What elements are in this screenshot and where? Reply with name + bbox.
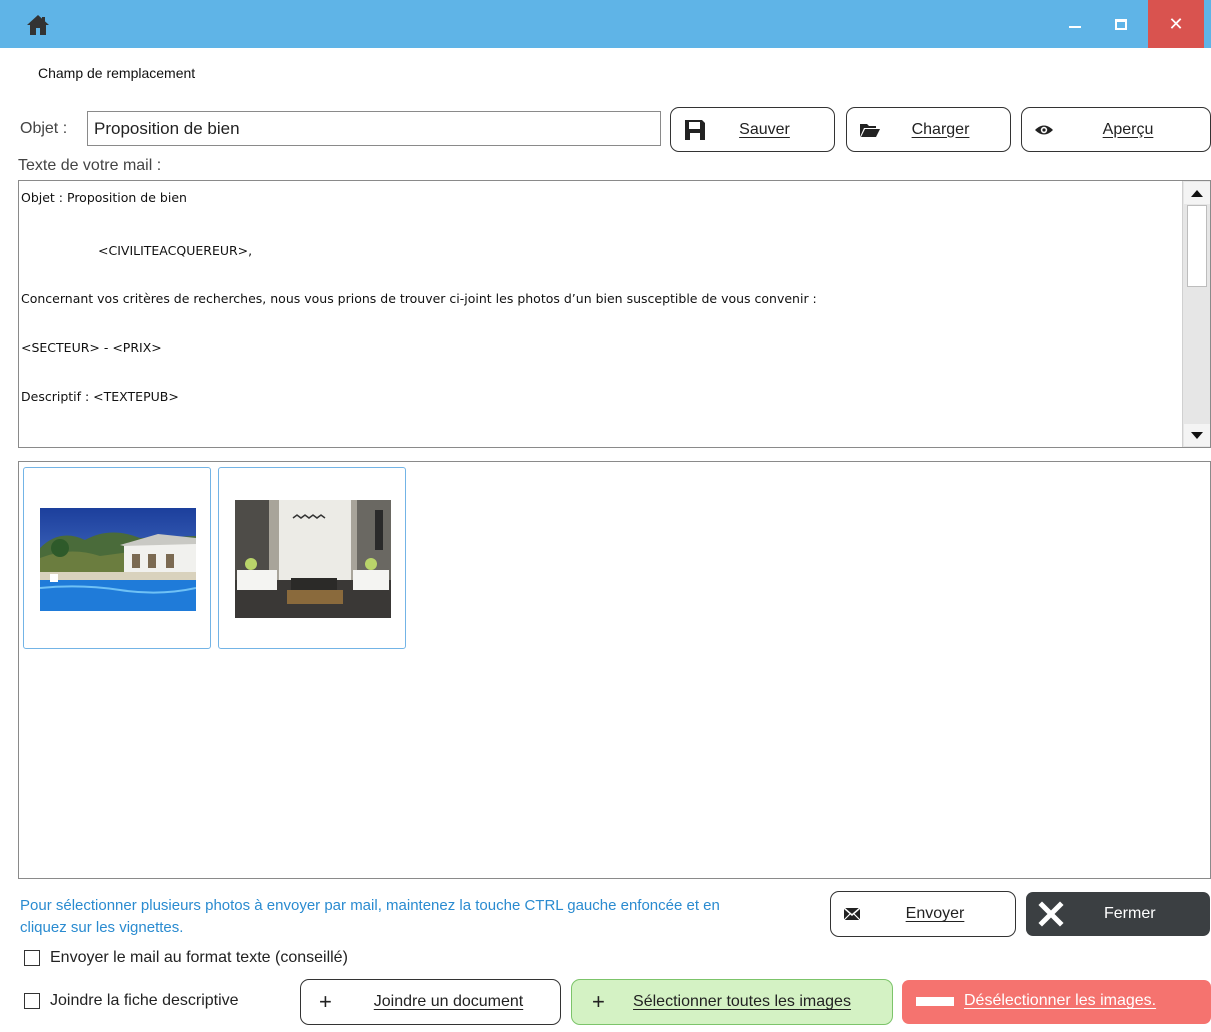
mail-line-sector-price: <SECTEUR> - <PRIX> [21, 340, 162, 355]
join-document-button[interactable]: + Joindre un document [300, 979, 561, 1025]
scroll-thumb[interactable] [1187, 205, 1207, 287]
minimize-icon [1069, 26, 1081, 28]
close-button[interactable]: Fermer [1026, 892, 1210, 936]
join-document-label: Joindre un document [373, 993, 524, 1010]
minimize-button[interactable] [1052, 0, 1098, 48]
attach-sheet-label: Joindre la fiche descriptive [50, 992, 239, 1009]
deselect-images-button[interactable]: Désélectionner les images. [902, 980, 1211, 1024]
mail-line-subject: Objet : Proposition de bien [21, 190, 187, 205]
attach-sheet-checkbox[interactable] [24, 993, 40, 1009]
x-icon [1038, 901, 1064, 932]
mail-body-textarea[interactable]: Objet : Proposition de bien <CIVILITEACQ… [18, 180, 1211, 448]
select-all-images-button[interactable]: + Sélectionner toutes les images [571, 979, 893, 1025]
select-all-images-label: Sélectionner toutes les images [633, 993, 851, 1010]
photos-panel [18, 461, 1211, 879]
menu-replacement-field[interactable]: Champ de remplacement [38, 65, 195, 81]
close-icon: ✕ [1168, 13, 1184, 35]
text-format-label: Envoyer le mail au format texte (conseil… [50, 949, 348, 966]
living-room-photo [235, 500, 391, 618]
scroll-up-button[interactable] [1184, 182, 1210, 204]
close-window-button[interactable]: ✕ [1148, 0, 1204, 48]
mail-line-intro: Concernant vos critères de recherches, n… [21, 291, 817, 306]
attach-sheet-option[interactable]: Joindre la fiche descriptive [24, 992, 239, 1010]
mail-line-description: Descriptif : <TEXTEPUB> [21, 389, 179, 404]
send-label: Envoyer [905, 905, 965, 922]
multi-select-help-text: Pour sélectionner plusieurs photos à env… [20, 897, 720, 936]
mail-scrollbar[interactable] [1182, 181, 1210, 447]
subject-label: Objet : [20, 120, 68, 137]
send-button[interactable]: Envoyer [830, 891, 1016, 937]
close-label: Fermer [1104, 905, 1156, 922]
maximize-icon [1115, 18, 1127, 30]
preview-button[interactable]: Aperçu [1021, 107, 1211, 152]
arrow-up-icon [1191, 189, 1203, 197]
text-format-checkbox[interactable] [24, 950, 40, 966]
arrow-down-icon [1191, 431, 1203, 439]
load-button[interactable]: Charger [846, 107, 1011, 152]
text-format-option[interactable]: Envoyer le mail au format texte (conseil… [24, 949, 348, 967]
subject-input[interactable] [87, 111, 661, 146]
title-bar: ✕ [0, 0, 1211, 48]
photo-thumbnail-villa[interactable] [23, 467, 211, 649]
preview-label: Aperçu [1102, 120, 1154, 138]
minus-icon [916, 997, 954, 1006]
save-button[interactable]: Sauver [670, 107, 835, 152]
photo-thumbnail-living-room[interactable] [218, 467, 406, 649]
villa-with-pool-photo [40, 508, 196, 611]
load-label: Charger [911, 120, 970, 138]
mail-line-civility: <CIVILITEACQUEREUR>, [98, 243, 253, 258]
maximize-button[interactable] [1098, 0, 1144, 48]
home-icon[interactable] [26, 14, 50, 36]
deselect-images-label: Désélectionner les images. [964, 992, 1157, 1009]
mail-text-label: Texte de votre mail : [18, 157, 162, 174]
scroll-down-button[interactable] [1184, 424, 1210, 446]
save-label: Sauver [739, 120, 790, 138]
